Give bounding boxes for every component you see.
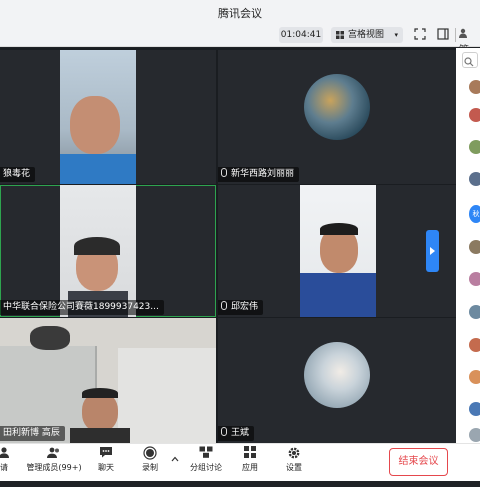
member-avatar[interactable] bbox=[469, 338, 480, 352]
manage-members-button[interactable]: 管理成员(99+) bbox=[26, 446, 82, 478]
chevron-up-icon bbox=[171, 456, 179, 462]
settings-label: 设置 bbox=[286, 463, 302, 472]
participant-name: 王斌 bbox=[231, 428, 250, 438]
participant-name-tag: 狼毒花 bbox=[0, 167, 36, 182]
apps-icon bbox=[243, 446, 257, 460]
video-tile-6[interactable]: 王斌 bbox=[218, 318, 456, 443]
member-avatar[interactable] bbox=[469, 240, 480, 254]
participant-name: 狼毒花 bbox=[3, 169, 31, 179]
chat-button[interactable]: 聊天 bbox=[94, 446, 118, 478]
record-icon bbox=[143, 446, 157, 460]
member-avatar[interactable] bbox=[469, 80, 480, 94]
end-meeting-button[interactable]: 结束会议 bbox=[389, 448, 448, 476]
participant-name-tag: 中华联合保险公司賽薇1899937423... bbox=[0, 300, 164, 315]
member-avatar[interactable] bbox=[469, 108, 480, 122]
avatar bbox=[304, 342, 370, 408]
title-bar: 腾讯会议 bbox=[0, 0, 480, 24]
more-chevron-button[interactable] bbox=[170, 455, 180, 487]
microphone-icon bbox=[221, 427, 227, 436]
apps-button[interactable]: 应用 bbox=[238, 446, 262, 478]
gear-icon bbox=[287, 446, 301, 460]
chevron-down-icon: ▾ bbox=[394, 31, 398, 39]
participant-video bbox=[300, 185, 376, 317]
invite-icon bbox=[0, 446, 11, 460]
chat-icon bbox=[99, 446, 113, 460]
member-avatar[interactable] bbox=[469, 140, 480, 154]
search-icon[interactable] bbox=[462, 52, 478, 68]
window-title: 腾讯会议 bbox=[218, 7, 262, 20]
video-tile-5[interactable]: 田利新博 高辰 bbox=[0, 318, 216, 443]
member-avatar-text[interactable]: 秋 bbox=[469, 205, 480, 223]
video-grid: 狼毒花 新华西路刘丽丽 中华联合保险公司賽薇1899937423... 邱宏伟 bbox=[0, 48, 456, 443]
participant-name-tag: 新华西路刘丽丽 bbox=[218, 167, 300, 182]
participant-video bbox=[60, 50, 136, 184]
view-mode-dropdown[interactable]: 宫格视图 ▾ bbox=[331, 27, 403, 43]
meeting-toolbar bbox=[0, 24, 480, 47]
chat-label: 聊天 bbox=[98, 463, 114, 472]
participant-name: 中华联合保险公司賽薇1899937423... bbox=[3, 302, 159, 312]
layout-icon[interactable] bbox=[436, 28, 450, 42]
member-avatar[interactable] bbox=[469, 402, 480, 416]
invite-button[interactable]: 请 bbox=[0, 446, 12, 478]
members-icon bbox=[47, 446, 61, 460]
video-tile-1[interactable]: 狼毒花 bbox=[0, 50, 216, 184]
apps-label: 应用 bbox=[242, 463, 258, 472]
breakout-label: 分组讨论 bbox=[190, 463, 222, 472]
participant-name-tag: 田利新博 高辰 bbox=[0, 426, 65, 441]
member-avatar[interactable] bbox=[469, 428, 480, 442]
fullscreen-icon[interactable] bbox=[413, 28, 427, 42]
breakout-icon bbox=[199, 446, 213, 460]
microphone-icon bbox=[221, 301, 227, 310]
settings-button[interactable]: 设置 bbox=[282, 446, 306, 478]
member-avatar[interactable] bbox=[469, 305, 480, 319]
member-avatar[interactable] bbox=[469, 370, 480, 384]
participant-name: 新华西路刘丽丽 bbox=[231, 169, 295, 179]
avatar bbox=[304, 74, 370, 140]
view-mode-label: 宫格视图 bbox=[348, 30, 385, 40]
record-label: 录制 bbox=[142, 463, 158, 472]
video-tile-3[interactable]: 中华联合保险公司賽薇1899937423... bbox=[0, 185, 216, 317]
record-button[interactable]: 录制 bbox=[138, 446, 162, 478]
person-icon bbox=[459, 28, 467, 38]
member-avatar[interactable] bbox=[469, 272, 480, 286]
participant-name: 邱宏伟 bbox=[231, 302, 259, 312]
participant-video bbox=[0, 318, 216, 443]
participant-name-tag: 王斌 bbox=[218, 426, 255, 441]
grid-view-icon bbox=[336, 31, 344, 39]
participant-video bbox=[60, 185, 136, 317]
invite-label: 请 bbox=[0, 463, 8, 472]
meeting-timer: 01:04:41 bbox=[279, 27, 323, 43]
video-tile-4[interactable]: 邱宏伟 bbox=[218, 185, 456, 317]
collapse-panel-button[interactable] bbox=[426, 230, 439, 272]
toolbar-divider bbox=[455, 28, 456, 42]
manage-members-label: 管理成员(99+) bbox=[26, 463, 82, 472]
member-avatar[interactable] bbox=[469, 172, 480, 186]
video-tile-2[interactable]: 新华西路刘丽丽 bbox=[218, 50, 456, 184]
participant-name-tag: 邱宏伟 bbox=[218, 300, 264, 315]
microphone-icon bbox=[221, 168, 227, 177]
breakout-rooms-button[interactable]: 分组讨论 bbox=[188, 446, 224, 478]
participant-name: 田利新博 高辰 bbox=[3, 428, 60, 438]
